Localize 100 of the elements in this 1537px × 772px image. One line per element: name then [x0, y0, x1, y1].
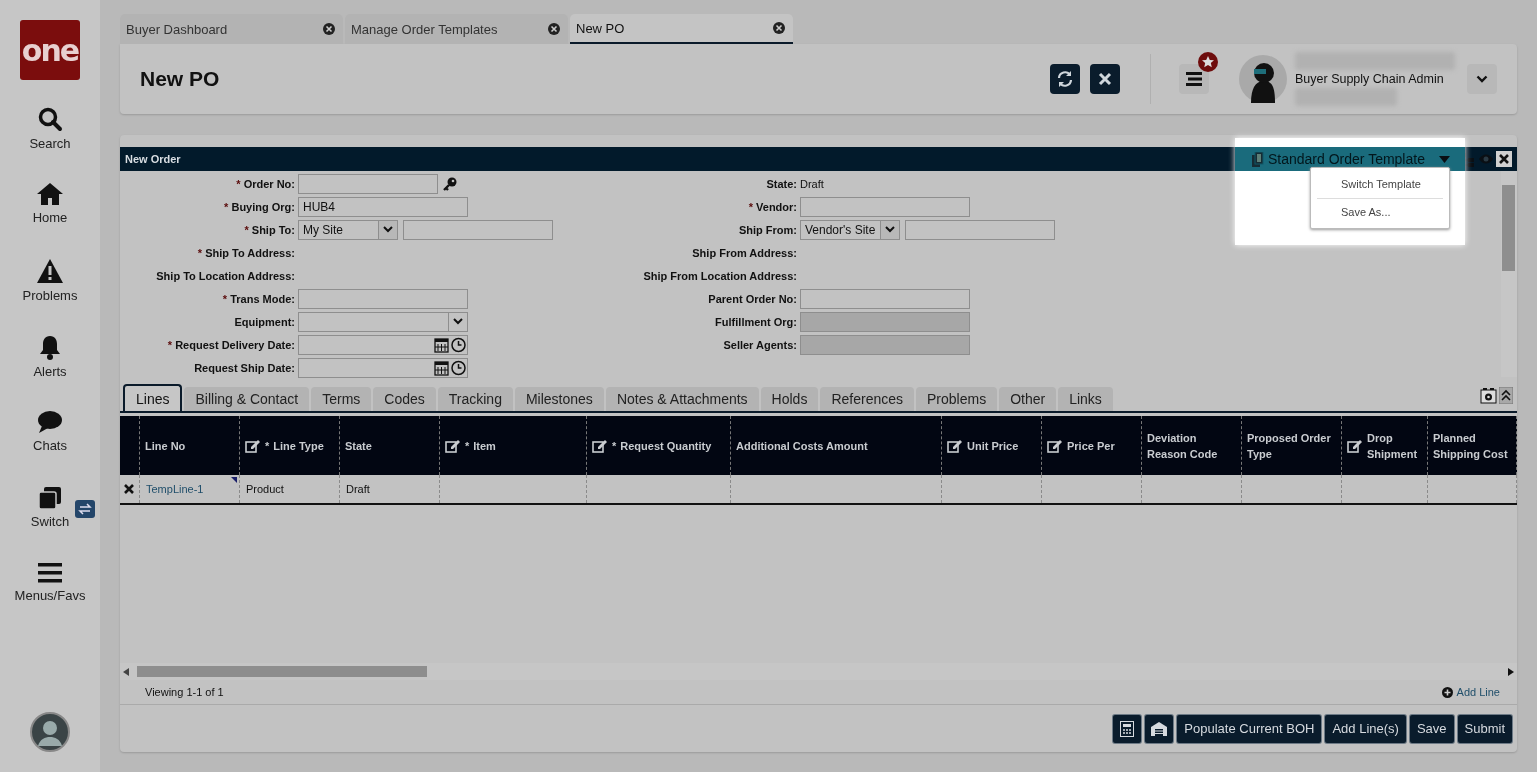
add-line-link[interactable]: Add Line: [1441, 686, 1500, 698]
column-header[interactable]: Deviation Reason Code: [1142, 416, 1242, 475]
field-label: Request Ship Date:: [193, 361, 295, 374]
column-header[interactable]: Proposed Order Type: [1242, 416, 1342, 475]
clock-icon[interactable]: [450, 335, 467, 354]
tab[interactable]: Milestones: [514, 387, 604, 411]
clock-icon[interactable]: [450, 358, 467, 377]
close-icon: [1098, 72, 1112, 86]
field-label: Equipment:: [233, 315, 295, 328]
close-icon[interactable]: [773, 22, 785, 34]
action-button[interactable]: Save: [1409, 714, 1454, 743]
table-link[interactable]: TempLine-1: [146, 483, 204, 495]
sidebar-item[interactable]: Problems: [0, 258, 100, 334]
tab[interactable]: Links: [1058, 387, 1113, 411]
input-field[interactable]: [298, 288, 468, 309]
delete-icon[interactable]: [124, 484, 134, 494]
page-title: New PO: [140, 67, 221, 91]
column-header[interactable]: Additional Costs Amount: [731, 416, 942, 475]
key-icon[interactable]: [443, 176, 457, 191]
field-label: Ship From:: [737, 223, 797, 236]
field-label: Ship From Address:: [691, 246, 797, 259]
user-menu-button[interactable]: [1467, 64, 1497, 94]
tab[interactable]: Tracking: [437, 387, 513, 411]
warehouse-icon: [1151, 721, 1168, 736]
avatar: [1239, 55, 1287, 103]
warehouse-button[interactable]: [1145, 714, 1174, 743]
tab[interactable]: Billing & Contact: [184, 387, 310, 411]
tab[interactable]: Buyer Dashboard: [120, 14, 343, 44]
tab[interactable]: Notes & Attachments: [605, 387, 759, 411]
sidebar-item[interactable]: Home: [0, 182, 100, 258]
field-label: * Trans Mode:: [221, 292, 295, 305]
close-icon[interactable]: [323, 23, 335, 35]
input-field[interactable]: [403, 219, 553, 240]
settings-icon[interactable]: [1480, 386, 1497, 404]
select-field[interactable]: [298, 311, 468, 332]
action-button[interactable]: Add Line(s): [1325, 714, 1406, 743]
input-field[interactable]: [800, 288, 970, 309]
close-button[interactable]: [1090, 64, 1120, 94]
sidebar-item[interactable]: Menus/Favs: [0, 562, 100, 638]
tab[interactable]: References: [820, 387, 914, 411]
sidebar-item[interactable]: Switch: [0, 486, 100, 562]
tab[interactable]: Manage Order Templates: [345, 14, 568, 44]
sidebar-item[interactable]: Chats: [0, 410, 100, 486]
document-icon: [1252, 151, 1264, 167]
sidebar-item[interactable]: Search: [0, 106, 100, 182]
column-header[interactable]: Line No: [140, 416, 240, 475]
scrollbar[interactable]: [120, 663, 1517, 680]
scrollbar[interactable]: [1501, 171, 1517, 377]
field-label: * Buying Org:: [223, 200, 295, 213]
date-field[interactable]: [298, 357, 468, 378]
sidebar-item[interactable]: Alerts: [0, 334, 100, 410]
date-field[interactable]: [298, 334, 468, 355]
column-header[interactable]: Planned Shipping Cost: [1428, 416, 1517, 475]
input-field[interactable]: [905, 219, 1055, 240]
chevron-down-icon: [383, 226, 393, 233]
calendar-icon[interactable]: [433, 358, 450, 377]
input-field[interactable]: [298, 173, 438, 194]
tab[interactable]: New PO: [570, 14, 793, 44]
menu-icon: [37, 562, 63, 584]
scroll-left-icon: [123, 667, 129, 676]
chevron-down-icon: [453, 318, 463, 325]
calendar-icon[interactable]: [433, 335, 450, 354]
tab[interactable]: Other: [999, 387, 1057, 411]
field-label: * Request Delivery Date:: [166, 338, 295, 351]
collapse-icon[interactable]: [1499, 386, 1513, 404]
tab[interactable]: Problems: [916, 387, 998, 411]
avatar[interactable]: [30, 712, 70, 752]
input-field[interactable]: HUB4: [298, 196, 468, 217]
tab[interactable]: Holds: [760, 387, 819, 411]
menu-icon: [1186, 72, 1202, 86]
table-row[interactable]: TempLine-1 Product Draft: [120, 475, 1517, 505]
field-value: Draft: [800, 177, 824, 190]
tab[interactable]: Terms: [311, 387, 372, 411]
menu-item[interactable]: Save As...: [1317, 199, 1443, 224]
column-header[interactable]: * Line Type: [240, 416, 340, 475]
field-label: State:: [765, 177, 797, 190]
select-field[interactable]: My Site: [298, 219, 398, 240]
select-field[interactable]: Vendor's Site: [800, 219, 900, 240]
field-label: Parent Order No:: [707, 292, 797, 305]
tab[interactable]: Codes: [373, 387, 436, 411]
scroll-right-icon: [1508, 667, 1514, 676]
close-icon[interactable]: [1496, 151, 1512, 167]
action-button[interactable]: Submit: [1457, 714, 1512, 743]
action-button[interactable]: Populate Current BOH: [1177, 714, 1322, 743]
input-field[interactable]: [800, 196, 970, 217]
calculator-button[interactable]: [1113, 714, 1142, 743]
logo[interactable]: one: [20, 20, 80, 80]
column-header[interactable]: * Request Quantity: [587, 416, 731, 475]
column-header[interactable]: State: [340, 416, 440, 475]
column-header[interactable]: Unit Price: [942, 416, 1042, 475]
field-label: * Ship To:: [243, 223, 295, 236]
column-header[interactable]: Price Per: [1042, 416, 1142, 475]
field-label: * Ship To Address:: [196, 246, 295, 259]
close-icon[interactable]: [548, 23, 560, 35]
refresh-button[interactable]: [1050, 64, 1080, 94]
column-header[interactable]: Drop Shipment: [1342, 416, 1428, 475]
tab[interactable]: Lines: [123, 384, 183, 411]
menu-button[interactable]: [1179, 64, 1209, 94]
menu-item[interactable]: Switch Template: [1317, 172, 1443, 197]
column-header[interactable]: * Item: [440, 416, 587, 475]
